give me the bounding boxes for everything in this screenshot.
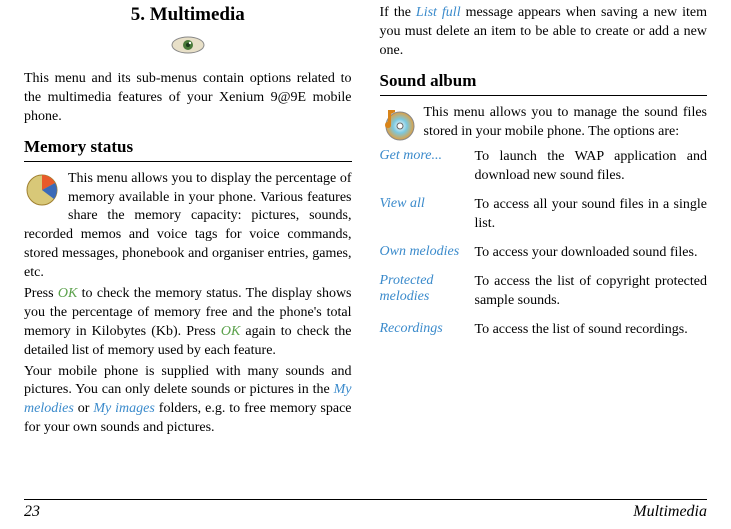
option-key-own-melodies: Own melodies: [380, 239, 475, 268]
table-row: Protected melodies To access the list of…: [380, 268, 708, 316]
option-key-get-more: Get more...: [380, 143, 475, 191]
page-number: 23: [24, 503, 40, 521]
memory-status-heading: Memory status: [24, 137, 352, 157]
intro-text: This menu and its sub-menus contain opti…: [24, 70, 352, 127]
right-column: If the List full message appears when sa…: [380, 4, 708, 463]
chapter-title: 5. Multimedia: [24, 4, 352, 26]
memory-p2: Press OK to check the memory status. The…: [24, 285, 352, 361]
memory-p3: Your mobile phone is supplied with many …: [24, 363, 352, 439]
option-key-protected-melodies: Protected melodies: [380, 268, 475, 316]
option-value: To access your downloaded sound files.: [475, 239, 708, 268]
footer-rule: [24, 499, 707, 500]
carryover-text: If the List full message appears when sa…: [380, 4, 708, 61]
list-full-ref: List full: [416, 5, 461, 20]
option-value: To launch the WAP application and downlo…: [475, 143, 708, 191]
memory-pie-icon: [24, 172, 60, 208]
my-images-ref: My images: [93, 401, 155, 416]
table-row: Own melodies To access your downloaded s…: [380, 239, 708, 268]
page-footer: 23 Multimedia: [24, 499, 707, 521]
divider: [380, 95, 708, 96]
sound-album-icon: [380, 106, 416, 142]
option-value: To access all your sound files in a sing…: [475, 191, 708, 239]
section-name: Multimedia: [633, 503, 707, 521]
table-row: Recordings To access the list of sound r…: [380, 316, 708, 345]
ok-key: OK: [58, 286, 77, 301]
table-row: Get more... To launch the WAP applicatio…: [380, 143, 708, 191]
option-value: To access the list of sound recordings.: [475, 316, 708, 345]
sound-album-heading: Sound album: [380, 71, 708, 91]
multimedia-icon: [24, 32, 352, 58]
text: Your mobile phone is supplied with many …: [24, 364, 352, 398]
option-key-view-all: View all: [380, 191, 475, 239]
text: or: [74, 401, 94, 416]
text: Press: [24, 286, 58, 301]
option-value: To access the list of copyright protecte…: [475, 268, 708, 316]
ok-key: OK: [221, 324, 240, 339]
table-row: View all To access all your sound files …: [380, 191, 708, 239]
sound-intro-text: This menu allows you to manage the sound…: [380, 104, 708, 142]
option-key-recordings: Recordings: [380, 316, 475, 345]
left-column: 5. Multimedia This menu and its sub-menu…: [24, 4, 352, 463]
divider: [24, 161, 352, 162]
memory-p1: This menu allows you to display the perc…: [24, 170, 352, 283]
text: If the: [380, 5, 416, 20]
options-table: Get more... To launch the WAP applicatio…: [380, 143, 708, 344]
